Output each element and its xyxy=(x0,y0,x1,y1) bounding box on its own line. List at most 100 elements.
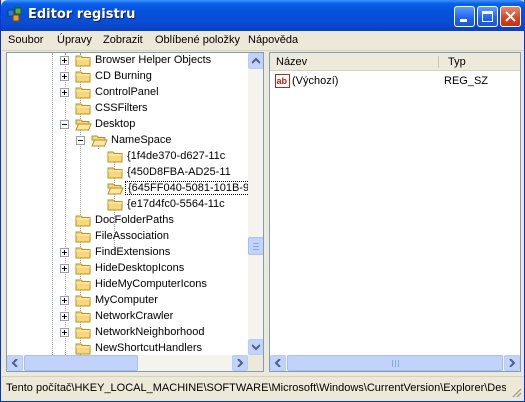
svg-text:ab: ab xyxy=(277,76,288,86)
values-scroll-left-button[interactable] xyxy=(270,355,286,371)
close-icon xyxy=(505,11,516,22)
folder-icon xyxy=(75,311,91,323)
column-header-type[interactable]: Typ xyxy=(442,53,520,71)
arrow-up-icon xyxy=(252,57,260,64)
tree-hscroll-thumb[interactable] xyxy=(24,355,138,371)
arrow-down-icon xyxy=(252,344,260,351)
tree-item-label: NetworkNeighborhood xyxy=(95,326,205,338)
expand-icon[interactable] xyxy=(60,296,69,305)
menu-zobrazit[interactable]: Zobrazit xyxy=(103,34,143,46)
open-folder-icon xyxy=(107,183,124,195)
scroll-up-button[interactable] xyxy=(248,53,263,69)
tree-item[interactable]: HideMyComputerIcons xyxy=(60,277,248,293)
window-title: Editor registru xyxy=(28,7,136,22)
title-bar[interactable]: Editor registru xyxy=(1,0,525,31)
key-tree: Browser Helper Objects CD Burning ControlP… xyxy=(7,53,248,355)
expand-icon[interactable] xyxy=(60,264,69,273)
tree-item[interactable]: ControlPanel xyxy=(60,85,248,101)
folder-icon xyxy=(75,247,91,259)
tree-item[interactable]: {1f4de370-d627-11c xyxy=(92,149,248,165)
tree-vscroll-thumb[interactable] xyxy=(248,237,263,255)
menu-soubor[interactable]: Soubor xyxy=(8,34,43,46)
scroll-down-button[interactable] xyxy=(248,339,263,355)
tree-item[interactable]: HideDesktopIcons xyxy=(60,261,248,277)
tree-item[interactable]: Desktop xyxy=(60,117,248,133)
tree-item-label: CD Burning xyxy=(95,70,152,82)
tree-item-label: ControlPanel xyxy=(95,86,159,98)
arrow-right-icon xyxy=(509,359,516,367)
expand-icon[interactable] xyxy=(60,72,69,81)
value-type: REG_SZ xyxy=(444,75,489,87)
minimize-button[interactable] xyxy=(454,6,475,27)
maximize-button[interactable] xyxy=(477,6,498,27)
menu-bar: Soubor Úpravy Zobrazit Oblíbené položky … xyxy=(2,31,524,51)
tree-item-label: Browser Helper Objects xyxy=(95,54,212,66)
menu-upravy[interactable]: Úpravy xyxy=(57,34,92,46)
scroll-right-button[interactable] xyxy=(232,355,248,371)
tree-item-label: HideMyComputerIcons xyxy=(95,278,207,290)
column-header-name[interactable]: Název xyxy=(270,53,438,71)
key-tree-pane: Browser Helper Objects CD Burning ControlP… xyxy=(6,52,264,372)
tree-item-label: MyComputer xyxy=(95,294,158,306)
folder-icon xyxy=(107,167,123,179)
status-bar: Tento počítač\HKEY_LOCAL_MACHINE\SOFTWAR… xyxy=(2,376,524,400)
tree-item[interactable]: CSSFilters xyxy=(60,101,248,117)
expand-icon[interactable] xyxy=(60,56,69,65)
tree-item-label: DocFolderPaths xyxy=(95,214,174,226)
tree-item-label: NewShortcutHandlers xyxy=(95,342,202,354)
expand-icon[interactable] xyxy=(60,328,69,337)
folder-icon xyxy=(75,343,91,355)
string-value-icon: ab xyxy=(275,74,290,88)
value-row[interactable]: ab (Výchozí) REG_SZ xyxy=(270,73,520,90)
values-scroll-right-button[interactable] xyxy=(504,355,520,371)
values-horizontal-scrollbar[interactable] xyxy=(270,355,520,371)
folder-icon xyxy=(75,327,91,339)
collapse-icon[interactable] xyxy=(60,120,69,129)
tree-item-label: Desktop xyxy=(95,118,136,130)
tree-item-label: {1f4de370-d627-11c xyxy=(127,150,226,162)
scroll-left-button[interactable] xyxy=(7,355,23,371)
tree-item-label: CSSFilters xyxy=(95,102,148,114)
tree-item-label: HideDesktopIcons xyxy=(95,262,185,274)
folder-icon xyxy=(75,215,91,227)
values-hscroll-thumb[interactable] xyxy=(287,355,503,371)
tree-item[interactable]: NameSpace xyxy=(76,133,248,149)
tree-item[interactable]: FileAssociation xyxy=(60,229,248,245)
tree-item-label: NetworkCrawler xyxy=(95,310,174,322)
value-name: (Výchozí) xyxy=(292,75,339,87)
tree-item[interactable]: NetworkCrawler xyxy=(60,309,248,325)
menu-napoveda[interactable]: Nápověda xyxy=(248,34,298,46)
tree-item-label: FindExtensions xyxy=(95,246,171,258)
scroll-corner xyxy=(248,355,263,371)
tree-item[interactable]: {450D8FBA-AD25-11 xyxy=(92,165,248,181)
minimize-icon xyxy=(460,19,467,22)
close-button[interactable] xyxy=(500,6,521,27)
tree-vertical-scrollbar[interactable] xyxy=(248,53,263,355)
folder-icon xyxy=(75,103,91,115)
collapse-icon[interactable] xyxy=(76,136,85,145)
tree-item[interactable]: {e17d4fc0-5564-11c xyxy=(92,197,248,213)
registry-editor-window: Editor registru Soubor Úpravy Zobrazit O… xyxy=(0,0,525,402)
folder-icon xyxy=(75,231,91,243)
menu-oblibene[interactable]: Oblíbené položky xyxy=(155,34,240,46)
column-headers: Název Typ xyxy=(270,53,520,71)
tree-item[interactable]: Browser Helper Objects xyxy=(60,53,248,69)
folder-icon xyxy=(75,55,91,67)
tree-item[interactable]: MyComputer xyxy=(60,293,248,309)
expand-icon[interactable] xyxy=(60,248,69,257)
folder-icon xyxy=(75,279,91,291)
status-path: Tento počítač\HKEY_LOCAL_MACHINE\SOFTWAR… xyxy=(6,382,506,394)
tree-item[interactable]: NetworkNeighborhood xyxy=(60,325,248,341)
arrow-right-icon xyxy=(237,359,244,367)
folder-icon xyxy=(75,71,91,83)
tree-item[interactable]: DocFolderPaths xyxy=(60,213,248,229)
folder-icon xyxy=(75,263,91,275)
expand-icon[interactable] xyxy=(60,88,69,97)
tree-horizontal-scrollbar[interactable] xyxy=(7,355,248,371)
tree-item[interactable]: NewShortcutHandlers xyxy=(60,341,248,355)
resize-grip-icon[interactable] xyxy=(510,386,522,398)
tree-item[interactable]: CD Burning xyxy=(60,69,248,85)
expand-icon[interactable] xyxy=(60,312,69,321)
tree-item[interactable]: FindExtensions xyxy=(60,245,248,261)
tree-item[interactable]: {645FF040-5081-101B-9F08-00AA002F954E} xyxy=(92,181,248,197)
